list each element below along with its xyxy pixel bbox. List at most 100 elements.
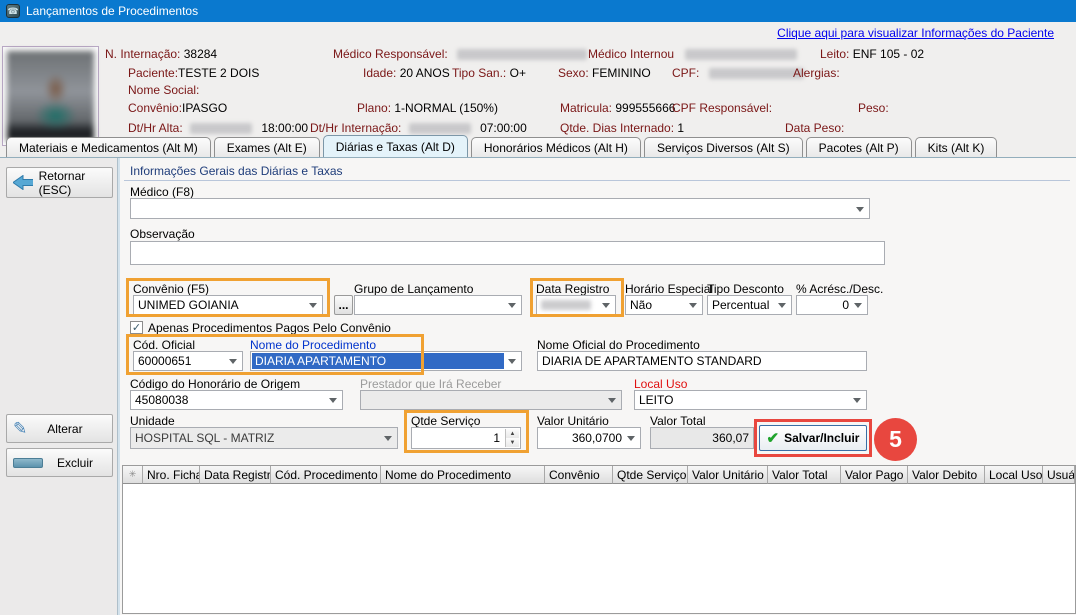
chevron-down-icon	[309, 303, 317, 308]
app-icon: ☎	[6, 4, 20, 18]
redacted-value	[190, 123, 252, 134]
leito: Leito: ENF 105 - 02	[820, 47, 924, 61]
col-nro-ficha[interactable]: Nro. Ficha	[143, 466, 200, 484]
redacted-value	[409, 123, 471, 134]
data-peso: Data Peso:	[785, 121, 844, 135]
cpf-responsavel: CPF Responsável:	[672, 101, 772, 115]
alterar-button[interactable]: ✎ Alterar	[6, 414, 113, 443]
medico-responsavel: Médico Responsável:	[333, 47, 587, 61]
nome-oficial-label: Nome Oficial do Procedimento	[537, 338, 700, 352]
selected-procedure: DIARIA APARTAMENTO	[252, 353, 504, 369]
valor-total-field: 360,07	[650, 427, 754, 449]
spinner-buttons[interactable]: ▲▼	[505, 429, 519, 447]
valor-unitario-combo[interactable]: 360,0700	[537, 427, 641, 449]
matricula: Matricula: 999555666	[560, 101, 675, 115]
col-local-uso[interactable]: Local Uso	[985, 466, 1043, 484]
tab-bar: Materiais e Medicamentos (Alt M) Exames …	[0, 135, 1076, 157]
tab-exames[interactable]: Exames (Alt E)	[214, 137, 320, 157]
tab-servicos-diversos[interactable]: Serviços Diversos (Alt S)	[644, 137, 803, 157]
valor-total-label: Valor Total	[650, 414, 706, 428]
cod-honorario-label: Código do Honorário de Origem	[130, 377, 300, 391]
redacted-value	[457, 49, 587, 60]
col-valor-pago[interactable]: Valor Pago	[841, 466, 908, 484]
horario-especial-combo[interactable]: Não	[625, 295, 703, 315]
patient-info-link[interactable]: Clique aqui para visualizar Informações …	[777, 26, 1054, 40]
medico-label: Médico (F8)	[130, 185, 194, 199]
excluir-button[interactable]: Excluir	[6, 448, 113, 477]
chevron-down-icon	[508, 303, 516, 308]
chevron-down-icon	[856, 207, 864, 212]
delete-bar-icon	[13, 458, 43, 468]
cod-honorario-combo[interactable]: 45080038	[130, 390, 343, 410]
table-header-row: ✳ Nro. Ficha Data Registro Cód. Procedim…	[123, 466, 1075, 484]
paciente: Paciente:TESTE 2 DOIS	[128, 66, 259, 80]
cpf: CPF:	[672, 66, 804, 80]
medico-combo[interactable]	[130, 198, 870, 219]
valor-unitario-label: Valor Unitário	[537, 414, 609, 428]
sidebar: Retornar (ESC) ✎ Alterar Excluir	[0, 158, 118, 615]
chevron-down-icon	[689, 303, 697, 308]
col-convenio[interactable]: Convênio	[545, 466, 613, 484]
nome-procedimento-combo[interactable]: DIARIA APARTAMENTO	[250, 351, 522, 371]
tipo-desconto-combo[interactable]: Percentual	[707, 295, 792, 315]
col-nome-procedimento[interactable]: Nome do Procedimento	[381, 466, 545, 484]
tab-diarias-taxas[interactable]: Diárias e Taxas (Alt D)	[323, 135, 468, 157]
grupo-lancamento-combo[interactable]	[354, 295, 522, 315]
convenio-browse-button[interactable]: ...	[334, 295, 353, 315]
main-area: Retornar (ESC) ✎ Alterar Excluir Informa…	[0, 157, 1076, 615]
tab-materiais-medicamentos[interactable]: Materiais e Medicamentos (Alt M)	[6, 137, 211, 157]
apenas-pagos-label: Apenas Procedimentos Pagos Pelo Convênio	[148, 321, 391, 335]
convenio-combo[interactable]: UNIMED GOIANIA	[133, 295, 323, 315]
local-uso-combo[interactable]: LEITO	[634, 390, 867, 410]
chevron-down-icon	[854, 303, 862, 308]
qtde-dias-internado: Qtde. Dias Internado: 1	[560, 121, 684, 135]
chevron-down-icon	[508, 359, 516, 364]
medico-internou: Médico Internou	[588, 47, 797, 61]
local-uso-label: Local Uso	[634, 377, 687, 391]
peso: Peso:	[858, 101, 889, 115]
table-header-indicator-icon: ✳	[123, 466, 143, 484]
spin-down-icon[interactable]: ▼	[506, 438, 519, 447]
apenas-pagos-checkbox[interactable]: ✓	[130, 321, 143, 334]
title-bar: ☎ Lançamentos de Procedimentos	[0, 0, 1076, 22]
alergias: Alergias:	[793, 66, 840, 80]
col-data-registro[interactable]: Data Registro	[200, 466, 271, 484]
chevron-down-icon	[627, 436, 635, 441]
tipo-sanguineo: Tipo San.: O+	[452, 66, 526, 80]
unidade-label: Unidade	[130, 414, 175, 428]
convenio-header: Convênio:IPASGO	[128, 101, 227, 115]
observacao-input[interactable]	[130, 241, 885, 265]
acresc-desc-combo[interactable]: 0	[796, 295, 868, 315]
tab-honorarios-medicos[interactable]: Honorários Médicos (Alt H)	[471, 137, 641, 157]
patient-photo	[2, 46, 99, 146]
acresc-desc-label: % Acrésc./Desc.	[796, 282, 883, 296]
col-valor-debito[interactable]: Valor Debito	[908, 466, 985, 484]
tab-kits[interactable]: Kits (Alt K)	[915, 137, 998, 157]
cod-oficial-combo[interactable]: 60000651	[133, 351, 243, 371]
window-title: Lançamentos de Procedimentos	[26, 4, 198, 18]
col-valor-unitario[interactable]: Valor Unitário	[688, 466, 768, 484]
qtde-servico-spinner[interactable]: 1 ▲▼	[411, 427, 521, 449]
retornar-button[interactable]: Retornar (ESC)	[6, 167, 113, 198]
col-usuario[interactable]: Usuário	[1043, 466, 1075, 484]
nome-oficial-input[interactable]: DIARIA DE APARTAMENTO STANDARD	[537, 351, 867, 371]
tab-pacotes[interactable]: Pacotes (Alt P)	[806, 137, 912, 157]
col-valor-total[interactable]: Valor Total	[768, 466, 841, 484]
redacted-value	[685, 49, 797, 60]
col-qtde-servico[interactable]: Qtde Serviço	[613, 466, 688, 484]
arrow-left-icon	[13, 175, 33, 190]
chevron-down-icon	[853, 398, 861, 403]
data-registro-combo[interactable]	[536, 295, 616, 315]
col-cod-procedimento[interactable]: Cód. Procedimento	[271, 466, 381, 484]
group-title: Informações Gerais das Diárias e Taxas	[130, 164, 343, 178]
chevron-down-icon	[608, 398, 616, 403]
patient-photo-image	[7, 51, 94, 141]
nome-social: Nome Social:	[128, 83, 199, 97]
grupo-lancamento-label: Grupo de Lançamento	[354, 282, 473, 296]
procedure-launch-window: ☎ Lançamentos de Procedimentos Clique aq…	[0, 0, 1076, 615]
spin-up-icon[interactable]: ▲	[506, 429, 519, 438]
cod-oficial-label: Cód. Oficial	[133, 338, 195, 352]
salvar-incluir-button[interactable]: ✔ Salvar/Incluir	[759, 425, 867, 451]
horario-especial-label: Horário Especial	[625, 282, 713, 296]
procedures-table: ✳ Nro. Ficha Data Registro Cód. Procedim…	[122, 465, 1076, 614]
